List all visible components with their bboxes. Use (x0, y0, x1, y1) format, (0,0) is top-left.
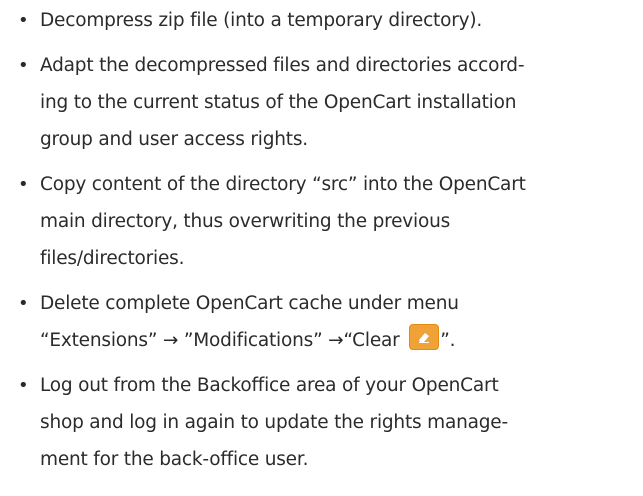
menu-path-end: ”. (440, 330, 456, 351)
bullet: • (18, 174, 29, 195)
bullet: • (18, 55, 29, 76)
list-item-text: main directory, thus overwriting the pre… (40, 211, 451, 232)
update-steps-list: • Decompress zip file (into a temporary … (14, 2, 639, 486)
eraser-icon (409, 324, 440, 350)
list-item-text: ment for the back-office user. (40, 449, 309, 470)
list-item-text: ing to the current status of the OpenCar… (40, 92, 517, 113)
document-page: • Decompress zip file (into a temporary … (0, 0, 643, 496)
list-item-text: Adapt the decompressed files and directo… (40, 55, 525, 76)
list-item-text-menu-path: “Extensions” → ”Modifications” →“Clear ”… (40, 322, 639, 359)
list-item-text: Copy content of the directory “src” into… (40, 174, 526, 195)
list-item-text: Log out from the Backoffice area of your… (40, 375, 499, 396)
list-item-text: group and user access rights. (40, 129, 308, 150)
list-item-copy: • Copy content of the directory “src” in… (14, 166, 639, 277)
bullet: • (18, 10, 29, 31)
list-item-logout: • Log out from the Backoffice area of yo… (14, 367, 639, 478)
bullet: • (18, 375, 29, 396)
list-item-delete-cache: • Delete complete OpenCart cache under m… (14, 285, 639, 359)
menu-path-text: “Extensions” → ”Modifications” →“Clear (40, 330, 406, 351)
list-item-text: Decompress zip file (into a temporary di… (40, 10, 483, 31)
bullet: • (18, 293, 29, 314)
list-item-text: Delete complete OpenCart cache under men… (40, 293, 459, 314)
list-item-text: files/directories. (40, 248, 185, 269)
list-item-text: shop and log in again to update the righ… (40, 412, 508, 433)
list-item-adapt: • Adapt the decompressed files and direc… (14, 47, 639, 158)
list-item-decompress: • Decompress zip file (into a temporary … (14, 2, 639, 39)
